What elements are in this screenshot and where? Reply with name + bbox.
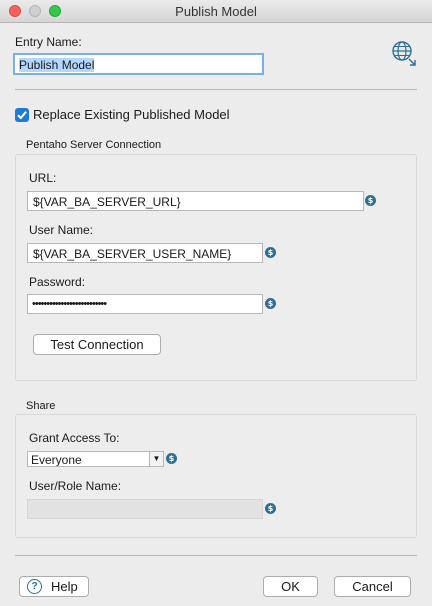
entry-name-input[interactable]: Publish Model bbox=[13, 53, 264, 75]
variable-icon[interactable]: $ bbox=[365, 195, 376, 206]
url-input[interactable]: ${VAR_BA_SERVER_URL} bbox=[27, 191, 364, 211]
replace-label: Replace Existing Published Model bbox=[33, 107, 230, 122]
user-name-input[interactable]: ${VAR_BA_SERVER_USER_NAME} bbox=[27, 243, 263, 263]
grant-access-label: Grant Access To: bbox=[29, 431, 120, 445]
connection-group-label: Pentaho Server Connection bbox=[26, 139, 162, 151]
window-title: Publish Model bbox=[175, 4, 257, 19]
globe-publish-icon bbox=[391, 40, 419, 68]
grant-access-select[interactable]: Everyone ▼ bbox=[27, 451, 164, 467]
help-button[interactable]: ? Help bbox=[19, 576, 89, 597]
separator bbox=[15, 89, 417, 90]
help-label: Help bbox=[51, 579, 78, 594]
entry-name-value: Publish Model bbox=[19, 58, 95, 72]
grant-access-value: Everyone bbox=[31, 453, 82, 467]
help-icon: ? bbox=[27, 579, 42, 594]
password-label: Password: bbox=[29, 275, 86, 289]
share-group-label: Share bbox=[26, 400, 56, 412]
password-input[interactable]: •••••••••••••••••••••••••• bbox=[27, 294, 263, 314]
url-label: URL: bbox=[29, 171, 57, 185]
replace-checkbox[interactable] bbox=[15, 108, 29, 122]
variable-icon[interactable]: $ bbox=[265, 247, 276, 258]
cancel-button[interactable]: Cancel bbox=[334, 576, 411, 597]
variable-icon[interactable]: $ bbox=[166, 453, 177, 464]
dropdown-arrow-icon[interactable]: ▼ bbox=[149, 452, 163, 466]
ok-button[interactable]: OK bbox=[263, 576, 318, 597]
entry-name-label: Entry Name: bbox=[15, 35, 82, 49]
separator bbox=[15, 555, 417, 556]
title-bar: Publish Model bbox=[0, 0, 432, 23]
user-name-label: User Name: bbox=[29, 223, 94, 237]
variable-icon[interactable]: $ bbox=[265, 503, 276, 514]
test-connection-button[interactable]: Test Connection bbox=[33, 334, 161, 355]
user-role-input[interactable] bbox=[27, 499, 263, 519]
variable-icon[interactable]: $ bbox=[265, 298, 276, 309]
user-role-label: User/Role Name: bbox=[29, 479, 122, 493]
